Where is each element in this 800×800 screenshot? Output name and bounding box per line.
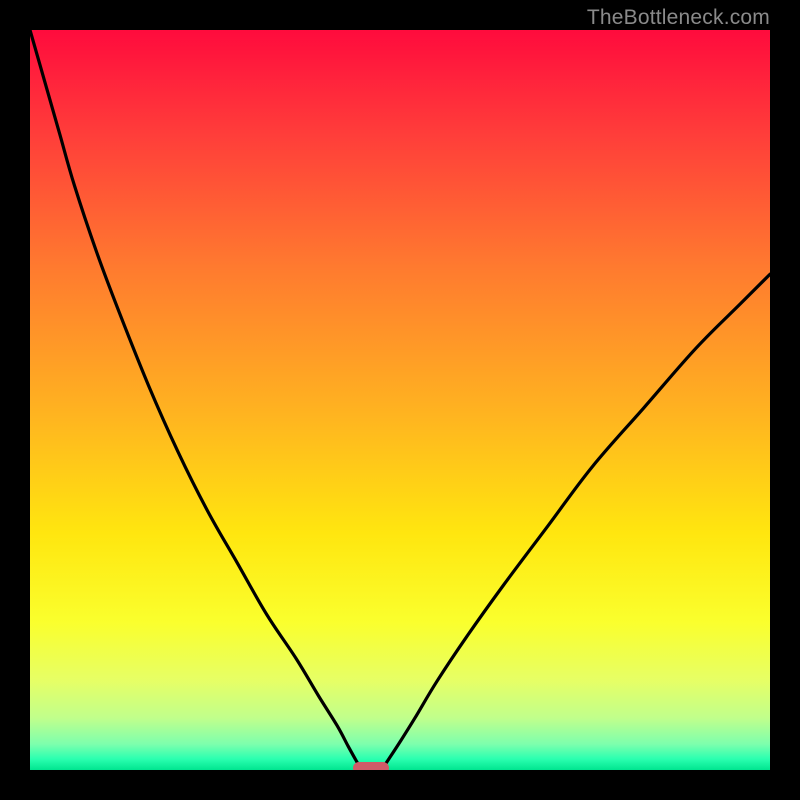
left-curve xyxy=(30,30,362,770)
watermark-text: TheBottleneck.com xyxy=(587,6,770,30)
right-curve xyxy=(382,274,771,770)
optimal-marker xyxy=(353,762,389,770)
chart-frame: TheBottleneck.com xyxy=(0,0,800,800)
bottleneck-curve xyxy=(30,30,770,770)
plot-area xyxy=(30,30,770,770)
